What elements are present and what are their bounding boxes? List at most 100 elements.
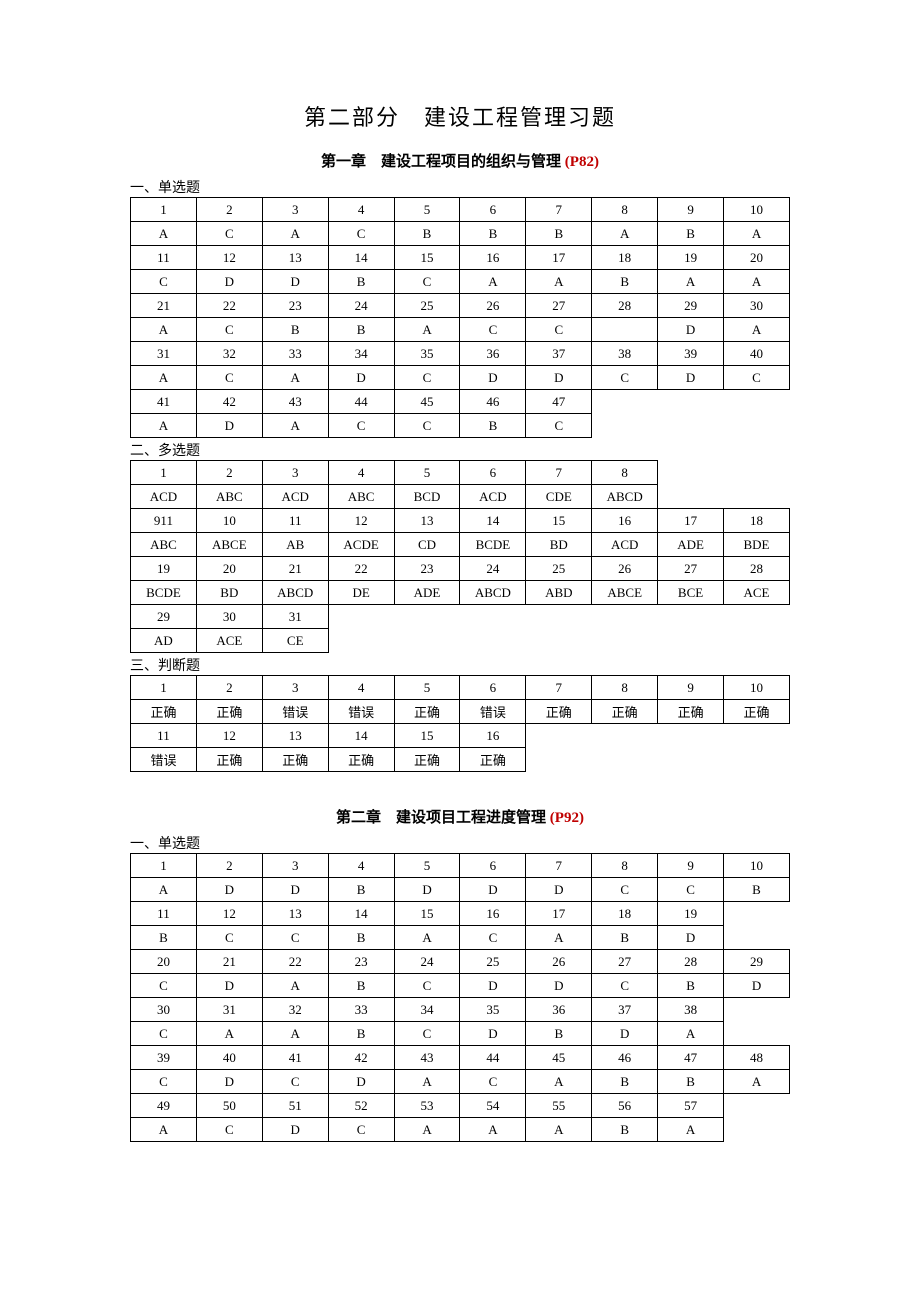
table-cell: 34 [394, 998, 460, 1022]
table-cell: 6 [460, 198, 526, 222]
table-cell: 6 [460, 854, 526, 878]
table-row: 20212223242526272829 [131, 950, 790, 974]
table-cell: 2 [196, 676, 262, 700]
table-cell: 5 [394, 461, 460, 485]
table-cell-empty [658, 724, 724, 748]
table-cell: 9 [658, 854, 724, 878]
table-cell: AB [262, 533, 328, 557]
table-cell: 1 [131, 676, 197, 700]
table-cell: D [460, 1022, 526, 1046]
table-row: ADACCBC [131, 414, 790, 438]
table-cell-empty [724, 748, 790, 772]
table-cell: C [460, 318, 526, 342]
table-cell-empty [658, 485, 724, 509]
section-label: 一、单选题 [130, 833, 790, 853]
table-row: 19202122232425262728 [131, 557, 790, 581]
table-row: ACDCAAABA [131, 1118, 790, 1142]
table-cell: 17 [526, 246, 592, 270]
table-cell-empty [328, 605, 394, 629]
table-cell: 45 [394, 390, 460, 414]
table-row: 错误正确正确正确正确正确 [131, 748, 790, 772]
table-cell: 37 [592, 998, 658, 1022]
table-cell: D [196, 414, 262, 438]
table-cell-empty [724, 461, 790, 485]
table-cell: 47 [526, 390, 592, 414]
table-cell: B [526, 1022, 592, 1046]
table-cell: BCDE [131, 581, 197, 605]
chapter-heading: 第二章 建设项目工程进度管理 (P92) [130, 806, 790, 827]
table-cell: B [592, 1118, 658, 1142]
table-cell: 48 [724, 1046, 790, 1070]
table-cell: B [526, 222, 592, 246]
table-cell: 19 [658, 902, 724, 926]
table-cell: 29 [131, 605, 197, 629]
table-cell: ABC [196, 485, 262, 509]
table-cell: 1 [131, 198, 197, 222]
table-cell: 7 [526, 461, 592, 485]
table-cell: 正确 [196, 748, 262, 772]
table-cell: 35 [460, 998, 526, 1022]
table-cell: A [460, 1118, 526, 1142]
table-cell: A [724, 1070, 790, 1094]
table-cell: ADE [658, 533, 724, 557]
table-cell: 正确 [526, 700, 592, 724]
table-cell: D [658, 318, 724, 342]
table-cell: 51 [262, 1094, 328, 1118]
section-label: 一、单选题 [130, 177, 790, 197]
table-cell-empty [724, 390, 790, 414]
table-cell: A [131, 318, 197, 342]
table-cell: 21 [262, 557, 328, 581]
table-cell: 38 [592, 342, 658, 366]
table-cell: 25 [526, 557, 592, 581]
table-row: 111213141516171819 [131, 902, 790, 926]
table-cell: 40 [724, 342, 790, 366]
table-cell: C [526, 318, 592, 342]
table-cell: A [131, 366, 197, 390]
table-cell: A [262, 414, 328, 438]
table-cell: 12 [328, 509, 394, 533]
table-cell: D [526, 366, 592, 390]
table-cell: 16 [460, 902, 526, 926]
table-cell: 49 [131, 1094, 197, 1118]
table-cell: ABCE [196, 533, 262, 557]
table-cell: B [131, 926, 197, 950]
table-cell: 6 [460, 461, 526, 485]
table-cell: 错误 [460, 700, 526, 724]
table-cell: 14 [328, 724, 394, 748]
table-cell-empty [526, 724, 592, 748]
table-cell: 14 [460, 509, 526, 533]
table-cell: A [724, 222, 790, 246]
table-cell: ABCD [592, 485, 658, 509]
table-cell: C [394, 366, 460, 390]
table-cell: 20 [131, 950, 197, 974]
table-cell: A [460, 270, 526, 294]
table-cell: 12 [196, 724, 262, 748]
table-cell: A [262, 1022, 328, 1046]
table-cell: C [262, 1070, 328, 1094]
table-cell: 31 [131, 342, 197, 366]
table-cell: 33 [328, 998, 394, 1022]
table-row: 111213141516 [131, 724, 790, 748]
table-cell: B [592, 270, 658, 294]
table-cell: 43 [394, 1046, 460, 1070]
table-cell: 正确 [196, 700, 262, 724]
table-cell-empty [724, 1094, 790, 1118]
table-cell: A [131, 878, 197, 902]
table-row: BCDEBDABCDDEADEABCDABDABCEBCEACE [131, 581, 790, 605]
table-cell: B [658, 222, 724, 246]
table-cell: 10 [724, 854, 790, 878]
table-cell: ABC [131, 533, 197, 557]
table-cell: D [658, 366, 724, 390]
table-cell: 23 [328, 950, 394, 974]
table-row: ADACECE [131, 629, 790, 653]
table-cell: D [196, 974, 262, 998]
table-cell: 56 [592, 1094, 658, 1118]
table-cell: 26 [460, 294, 526, 318]
table-cell-empty [592, 390, 658, 414]
table-cell: A [131, 1118, 197, 1142]
table-cell: 正确 [592, 700, 658, 724]
table-row: 12345678910 [131, 676, 790, 700]
table-cell: A [196, 1022, 262, 1046]
table-cell: 55 [526, 1094, 592, 1118]
table-cell: C [131, 1022, 197, 1046]
